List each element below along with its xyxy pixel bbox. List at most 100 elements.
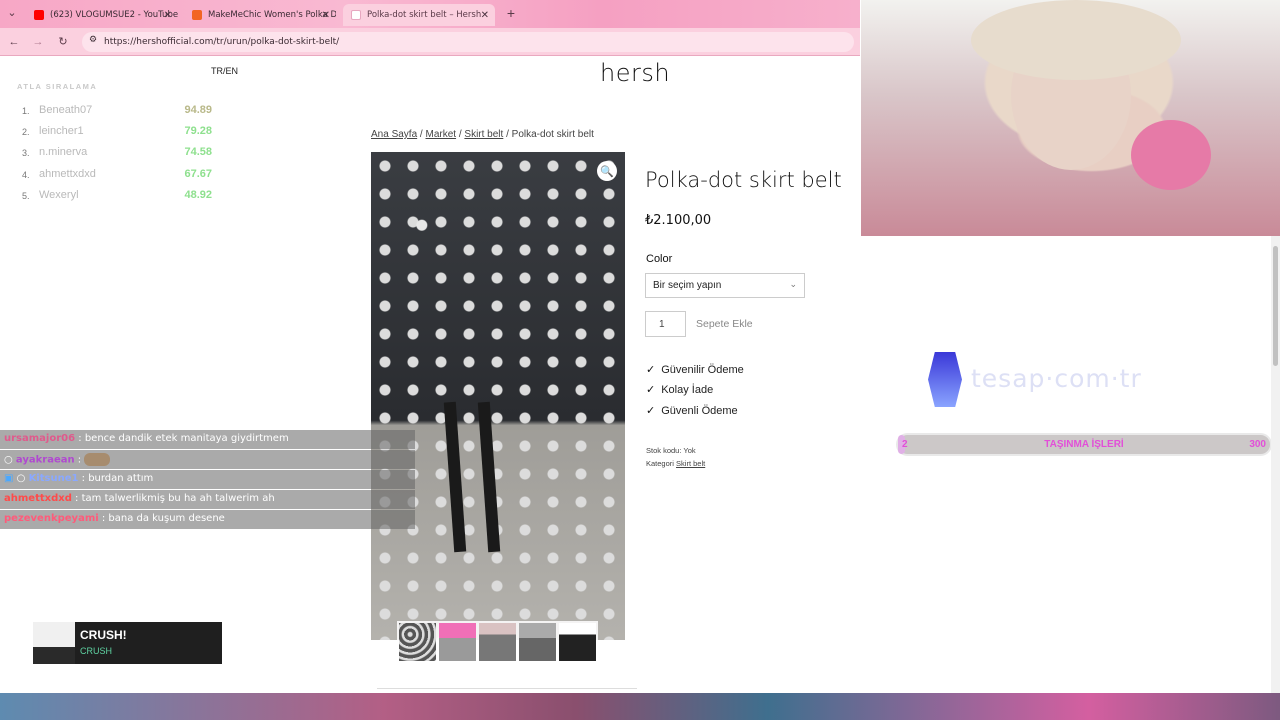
chat-text: : bana da kuşum desene <box>101 513 225 524</box>
emote-icon <box>84 453 111 466</box>
close-tab-icon[interactable]: ✕ <box>481 10 489 21</box>
score: 67.67 <box>184 168 212 180</box>
rank: 3. <box>22 148 30 158</box>
url-text: https://hershofficial.com/tr/urun/polka-… <box>104 37 340 47</box>
forward-arrow-icon[interactable]: → <box>30 34 46 50</box>
feature-label: Kolay İade <box>661 383 714 396</box>
thumbnail[interactable] <box>559 623 596 661</box>
chat-text: : tam talwerlikmiş bu ha ah talwerim ah <box>75 493 275 504</box>
chat-username: ahmettxdxd <box>4 493 72 504</box>
goal-bar: 2 TAŞINMA İŞLERİ 300 <box>896 433 1272 456</box>
leaderboard-row: 1. Beneath07 94.89 <box>22 104 212 120</box>
scrollbar-thumb[interactable] <box>1273 246 1278 366</box>
reload-icon[interactable]: ↻ <box>55 34 71 50</box>
belt-strap-shape <box>443 401 467 553</box>
player-name: ahmettxdxd <box>39 168 96 180</box>
product-price: ₺2.100,00 <box>645 213 712 228</box>
site-logo[interactable]: hersh <box>600 59 670 87</box>
chat-username: ursamajor06 <box>4 433 76 444</box>
breadcrumb-separator: / <box>503 129 512 140</box>
add-to-cart-button[interactable]: Sepete Ekle <box>696 318 753 330</box>
chat-message: ▣ ○ Kitsune1 : burdan attım <box>0 470 415 489</box>
chat-username: pezevenkpeyami <box>4 513 99 524</box>
webcam-feed <box>861 0 1280 236</box>
tab-makemechic[interactable]: MakeMeChic Women's Polka D ✕ <box>184 4 336 26</box>
breadcrumb-home[interactable]: Ana Sayfa <box>371 129 417 140</box>
quantity-input[interactable]: 1 <box>645 311 686 337</box>
makemechic-icon <box>192 10 202 20</box>
address-bar: ← → ↻ ⚙ https://hershofficial.com/tr/uru… <box>0 28 860 56</box>
feature-easy-return: ✓ Kolay İade <box>646 383 714 397</box>
check-icon: ✓ <box>646 364 656 376</box>
hair-shape <box>971 0 1181 80</box>
site-info-icon[interactable]: ⚙ <box>89 35 97 45</box>
category-label: Kategori <box>646 459 674 468</box>
thumbnail[interactable] <box>479 623 516 661</box>
score: 79.28 <box>184 125 212 137</box>
close-tab-icon[interactable]: ✕ <box>164 10 172 21</box>
badge-icon: ○ <box>4 454 13 466</box>
chat-username: ayakraean <box>15 454 75 466</box>
leaderboard-title: ATLA SIRALAMA <box>17 82 98 91</box>
color-select[interactable]: Bir seçim yapın ⌄ <box>645 273 805 298</box>
thumbnail[interactable] <box>399 623 436 661</box>
leaderboard-row: 2. leincher1 79.28 <box>22 125 212 141</box>
badge-icon: ○ <box>16 473 26 484</box>
language-switch[interactable]: TR/EN <box>211 66 238 76</box>
thumbnail[interactable] <box>519 623 556 661</box>
screen: ⌄ (623) VLOGUMSUE2 - YouTube ✕ MakeMeChi… <box>0 0 1280 720</box>
now-playing-widget: CRUSH! CRUSH <box>33 622 222 664</box>
sponsor-logo-icon <box>928 352 962 407</box>
category-meta: Kategori Skirt belt <box>646 459 705 468</box>
score: 74.58 <box>184 146 212 158</box>
song-artist: CRUSH <box>80 646 113 656</box>
back-arrow-icon[interactable]: ← <box>6 34 22 50</box>
chat-message: pezevenkpeyami : bana da kuşum desene <box>0 510 415 529</box>
product-main-image[interactable] <box>371 152 625 640</box>
song-title: CRUSH! <box>80 628 127 642</box>
sponsor-banner: tesap·com·tr <box>928 352 1178 407</box>
product-title: Polka-dot skirt belt <box>645 168 842 192</box>
thumbnail[interactable] <box>439 623 476 661</box>
breadcrumb-separator: / <box>417 129 426 140</box>
tab-hersh[interactable]: Polka-dot skirt belt – Hersh ✕ <box>343 4 495 26</box>
chat-text: : bence dandik etek manitaya giydirtmem <box>78 433 289 444</box>
color-label: Color <box>646 253 673 265</box>
sponsor-text: tesap·com·tr <box>971 364 1142 393</box>
breadcrumb-market[interactable]: Market <box>426 129 457 140</box>
breadcrumb-current: Polka-dot skirt belt <box>511 129 594 140</box>
score: 94.89 <box>184 104 212 116</box>
tab-label: (623) VLOGUMSUE2 - YouTube <box>50 10 178 20</box>
tab-youtube[interactable]: (623) VLOGUMSUE2 - YouTube ✕ <box>26 4 178 26</box>
chat-message: ○ ayakraean : <box>0 450 415 469</box>
chevron-down-icon: ⌄ <box>789 279 797 289</box>
sku-text: Stok kodu: Yok <box>646 446 696 455</box>
hersh-favicon-icon <box>351 10 361 20</box>
belt-strap-shape <box>477 401 501 553</box>
check-icon: ✓ <box>646 405 656 417</box>
chat-username: Kitsune1 <box>28 473 79 484</box>
color-select-value: Bir seçim yapın <box>653 280 722 291</box>
tab-label: MakeMeChic Women's Polka D <box>208 10 336 20</box>
new-tab-icon[interactable]: + <box>503 5 519 21</box>
headset-shape <box>1131 120 1211 190</box>
category-link[interactable]: Skirt belt <box>676 459 705 468</box>
page-scrollbar[interactable] <box>1271 236 1280 693</box>
leaderboard-row: 3. n.minerva 74.58 <box>22 146 212 162</box>
album-art <box>33 622 75 664</box>
leaderboard-widget: ATLA SIRALAMA 1. Beneath07 94.89 2. lein… <box>17 82 217 201</box>
tab-list-chevron-icon[interactable]: ⌄ <box>4 5 20 21</box>
zoom-magnifier-icon[interactable]: 🔍 <box>597 161 617 181</box>
rank: 5. <box>22 191 30 201</box>
chat-text: : <box>77 454 82 466</box>
url-field[interactable]: ⚙ https://hershofficial.com/tr/urun/polk… <box>82 32 854 52</box>
feature-label: Güvenli Ödeme <box>661 404 738 417</box>
player-name: Beneath07 <box>39 104 93 116</box>
goal-target: 300 <box>1249 439 1266 450</box>
breadcrumb-category[interactable]: Skirt belt <box>464 129 503 140</box>
leaderboard-row: 5. Wexeryl 48.92 <box>22 189 212 205</box>
feature-secure-payment: ✓ Güvenilir Ödeme <box>646 363 744 377</box>
youtube-icon <box>34 10 44 20</box>
chat-text: : burdan attım <box>81 473 154 484</box>
close-tab-icon[interactable]: ✕ <box>322 10 330 21</box>
